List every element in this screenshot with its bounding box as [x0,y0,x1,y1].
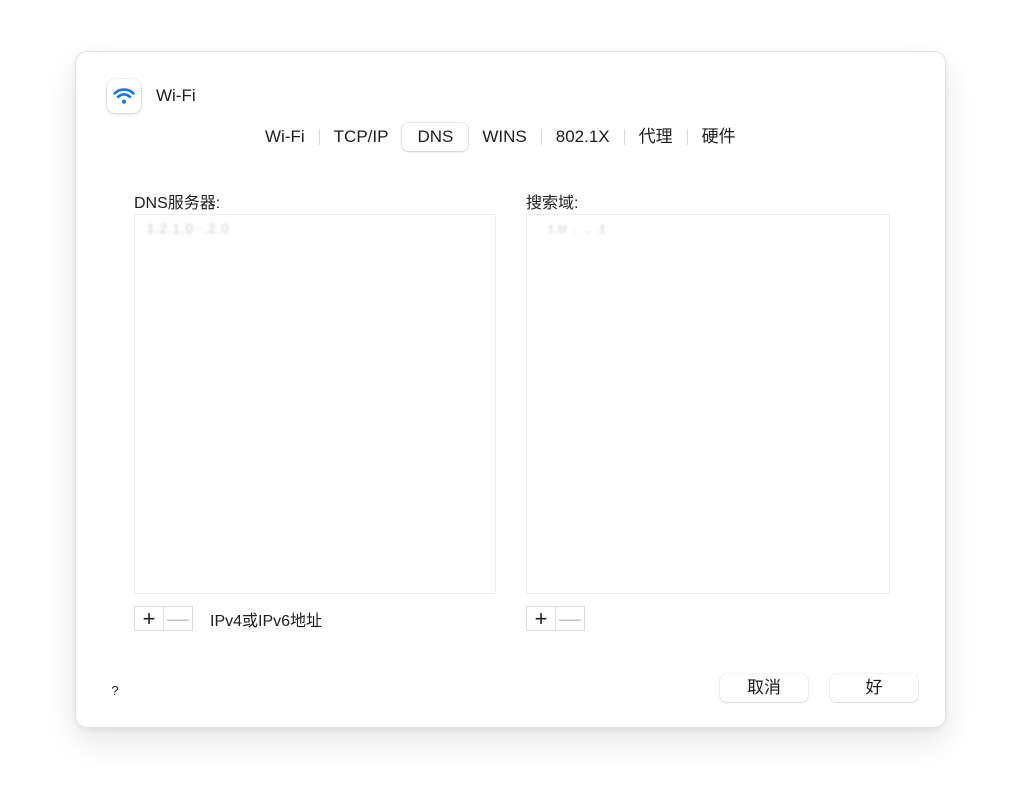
dns-address-hint: IPv4或IPv6地址 [210,613,323,630]
dns-add-remove: + — [134,606,193,631]
tab-8021x[interactable]: 802.1X [542,123,624,151]
search-remove-button[interactable]: — [555,607,584,630]
dialog-title: Wi-Fi [156,86,196,105]
network-settings-dialog: Wi-Fi Wi-Fi TCP/IP DNS WINS 802.1X 代理 硬件… [75,51,946,728]
search-add-button[interactable]: + [527,607,555,630]
dialog-header: Wi-Fi [107,79,196,113]
ok-button[interactable]: 好 [830,674,918,702]
dns-remove-button[interactable]: — [163,607,192,630]
wifi-icon [107,79,141,113]
dns-add-button[interactable]: + [135,607,163,630]
tab-hardware[interactable]: 硬件 [688,123,750,151]
search-add-remove: + — [526,606,585,631]
search-domains-label: 搜索域: [526,195,579,212]
tab-tcpip[interactable]: TCP/IP [320,123,403,151]
dns-server-entry[interactable]: 1.2.1.0 ·.2.0 [147,221,229,236]
cancel-button[interactable]: 取消 [720,674,808,702]
tab-bar: Wi-Fi TCP/IP DNS WINS 802.1X 代理 硬件 [251,122,750,152]
dns-servers-list[interactable]: 1.2.1.0 ·.2.0 [134,214,496,594]
tab-wins[interactable]: WINS [468,123,540,151]
search-domain-entry[interactable]: t.tr . ., .t [549,221,605,236]
tab-proxy[interactable]: 代理 [625,123,687,151]
tab-dns[interactable]: DNS [402,123,469,151]
tab-wifi[interactable]: Wi-Fi [251,123,319,151]
help-button[interactable]: ? [107,683,123,699]
search-domains-list[interactable]: t.tr . ., .t [526,214,890,594]
dns-servers-label: DNS服务器: [134,195,221,212]
